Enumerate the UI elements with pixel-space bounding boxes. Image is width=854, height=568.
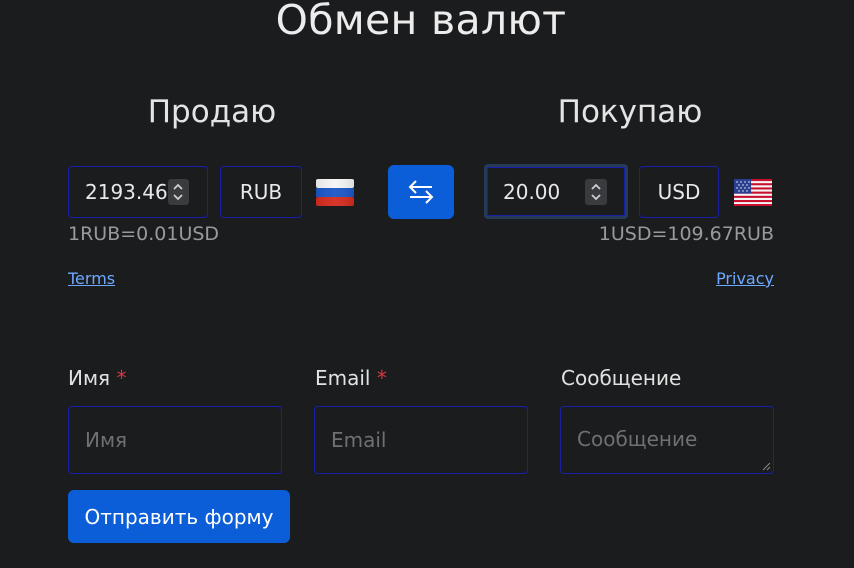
buy-heading: Покупаю [557,94,703,130]
message-placeholder: Сообщение [577,427,698,451]
stepper-arrows-icon [173,183,183,201]
currency-exchange-page: Обмен валют Продаю Покупаю 2193.46 RUB 2… [0,0,854,568]
sell-amount-value: 2193.46 [85,180,168,204]
buy-currency-select[interactable]: USD [639,166,719,218]
sell-heading: Продаю [147,94,277,130]
name-placeholder: Имя [85,428,128,452]
name-label-text: Имя [68,366,111,390]
page-title: Обмен валют [275,0,567,44]
swap-button[interactable] [388,165,454,219]
name-field[interactable]: Имя [68,406,282,474]
russia-flag-icon [316,179,354,206]
sell-amount-input[interactable]: 2193.46 [68,166,208,218]
message-textarea[interactable]: Сообщение [560,406,774,474]
privacy-link[interactable]: Privacy [716,269,774,288]
email-field[interactable]: Email [314,406,528,474]
email-placeholder: Email [331,428,387,452]
usa-flag-icon [734,179,772,206]
sell-rate-text: 1RUB=0.01USD [68,223,220,245]
buy-amount-value: 20.00 [503,179,561,204]
buy-rate-text: 1USD=109.67RUB [598,223,774,245]
email-label-text: Email [315,366,371,390]
resize-handle-icon[interactable] [761,461,771,471]
swap-arrows-icon [408,180,434,204]
submit-button[interactable]: Отправить форму [68,490,290,543]
terms-link[interactable]: Terms [68,269,115,288]
required-mark: * [376,366,387,390]
required-mark: * [116,366,127,390]
stepper-arrows-icon [591,183,601,200]
name-label: Имя * [68,366,126,390]
buy-amount-input[interactable]: 20.00 [484,164,628,219]
sell-currency-select[interactable]: RUB [220,166,302,218]
email-label: Email * [315,366,387,390]
message-label: Сообщение [561,366,682,390]
sell-amount-stepper[interactable] [167,179,189,205]
buy-amount-stepper[interactable] [585,178,607,205]
